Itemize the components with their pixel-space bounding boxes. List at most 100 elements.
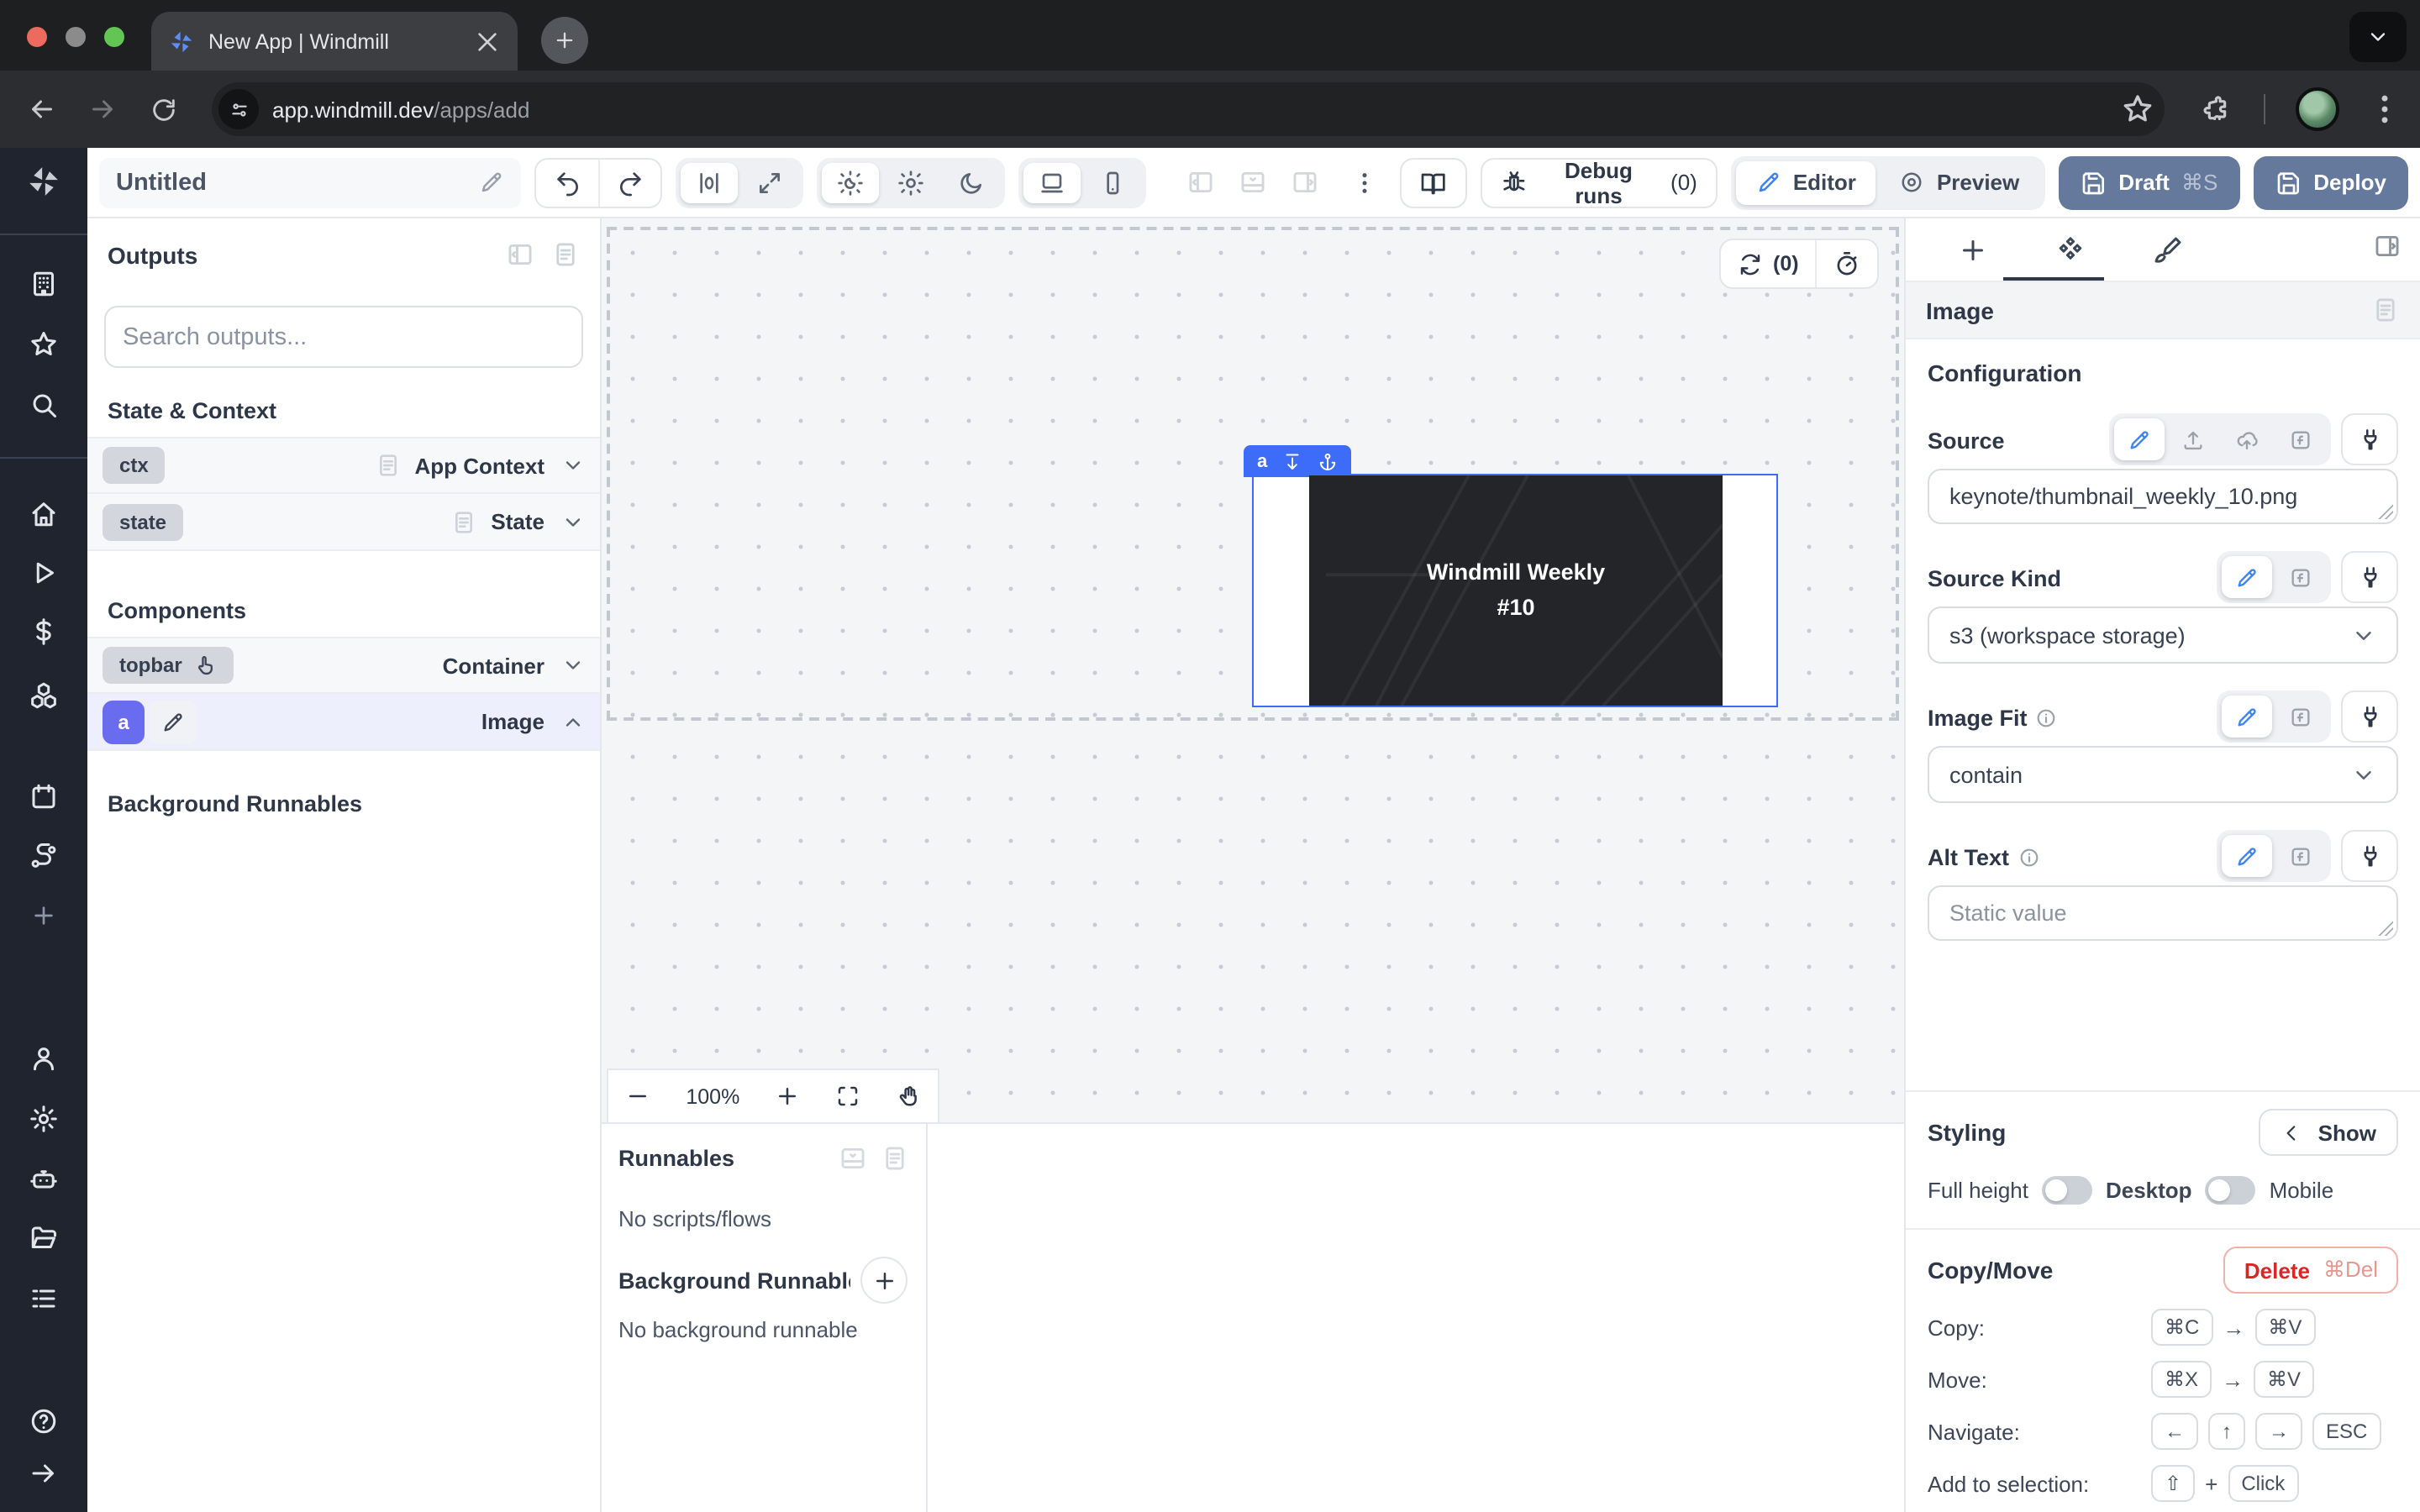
forward-button[interactable] xyxy=(77,84,128,134)
profile-avatar[interactable] xyxy=(2296,87,2339,131)
theme-auto-button[interactable] xyxy=(822,162,879,202)
chevron-down-icon[interactable] xyxy=(561,654,585,677)
address-bar[interactable]: app.windmill.dev/apps/add xyxy=(212,82,2165,136)
redo-button[interactable] xyxy=(598,159,660,206)
edit-id-button[interactable] xyxy=(150,700,197,743)
chevron-down-icon[interactable] xyxy=(561,510,585,533)
draft-button[interactable]: Draft ⌘S xyxy=(2058,155,2239,209)
a-badge[interactable]: a xyxy=(103,700,145,743)
image-fit-static-button[interactable] xyxy=(2222,696,2272,738)
rename-icon[interactable] xyxy=(480,170,505,195)
sidebar-item-logs[interactable] xyxy=(29,1284,59,1314)
sidebar-item-runs[interactable] xyxy=(29,558,59,588)
collapse-inspector-icon[interactable] xyxy=(2373,231,2402,268)
sidebar-item-users[interactable] xyxy=(29,1043,59,1074)
outputs-search[interactable] xyxy=(104,306,583,368)
sidebar-item-workspace[interactable] xyxy=(29,269,59,299)
minimize-window-button[interactable] xyxy=(66,27,86,47)
component-row-a-selected[interactable]: a Image xyxy=(87,694,600,751)
close-window-button[interactable] xyxy=(27,27,47,47)
component-doc-icon[interactable] xyxy=(2371,296,2400,324)
toggle-right-panel-icon[interactable] xyxy=(1291,168,1319,197)
add-background-runnable-button[interactable] xyxy=(860,1257,908,1304)
topbar-badge[interactable]: topbar xyxy=(103,647,234,684)
sidebar-item-help[interactable] xyxy=(29,1406,59,1436)
sidebar-item-schedules[interactable] xyxy=(29,781,59,811)
sidebar-item-triggers[interactable] xyxy=(29,842,59,872)
alt-text-connect-button[interactable] xyxy=(2341,830,2398,882)
resize-handle[interactable] xyxy=(2378,921,2393,936)
anchor-icon[interactable] xyxy=(1318,451,1338,471)
info-icon[interactable] xyxy=(2036,707,2058,729)
collapse-runnables-icon[interactable] xyxy=(839,1144,867,1173)
alt-text-static-button[interactable] xyxy=(2222,835,2272,877)
mobile-view-button[interactable] xyxy=(1084,162,1141,202)
pan-tool-button[interactable] xyxy=(895,1084,920,1109)
extensions-icon[interactable] xyxy=(2198,93,2230,125)
ctx-badge[interactable]: ctx xyxy=(103,447,166,484)
fit-view-button[interactable] xyxy=(835,1084,860,1109)
tab-search-button[interactable] xyxy=(2349,12,2407,62)
deploy-button[interactable]: Deploy xyxy=(2253,155,2408,209)
mobile-desktop-toggle[interactable] xyxy=(2206,1176,2256,1205)
chrome-menu-icon[interactable] xyxy=(2366,91,2403,128)
windmill-logo[interactable] xyxy=(25,163,62,200)
docs-button[interactable] xyxy=(1399,157,1466,207)
show-styling-button[interactable]: Show xyxy=(2260,1109,2398,1156)
search-input[interactable] xyxy=(123,323,565,350)
info-icon[interactable] xyxy=(2018,847,2039,869)
source-upload-button[interactable] xyxy=(2168,418,2218,460)
image-fit-eval-button[interactable] xyxy=(2275,696,2326,738)
source-kind-select[interactable]: s3 (workspace storage) xyxy=(1928,606,2398,664)
reload-button[interactable] xyxy=(138,84,188,134)
editor-tab[interactable]: Editor xyxy=(1736,160,1876,204)
zoom-in-button[interactable] xyxy=(775,1084,800,1109)
expand-down-icon[interactable] xyxy=(1282,451,1302,471)
theme-dark-button[interactable] xyxy=(943,162,1000,202)
chevron-down-icon[interactable] xyxy=(561,454,585,477)
image-fit-select[interactable]: contain xyxy=(1928,746,2398,803)
selection-handle[interactable]: a xyxy=(1244,445,1351,477)
output-row-ctx[interactable]: ctx App Context xyxy=(87,437,600,494)
zoom-window-button[interactable] xyxy=(104,27,124,47)
source-input[interactable] xyxy=(1928,469,2398,524)
zoom-out-button[interactable] xyxy=(626,1084,651,1109)
toggle-bottom-panel-icon[interactable] xyxy=(1239,168,1267,197)
source-connect-button[interactable] xyxy=(2341,413,2398,465)
source-kind-eval-button[interactable] xyxy=(2275,556,2326,598)
center-layout-button[interactable] xyxy=(681,162,738,202)
app-name-field[interactable]: Untitled xyxy=(99,157,522,207)
outputs-doc-icon[interactable] xyxy=(551,240,580,269)
back-button[interactable] xyxy=(17,84,67,134)
source-kind-static-button[interactable] xyxy=(2222,556,2272,598)
output-row-state[interactable]: state State xyxy=(87,494,600,551)
source-static-button[interactable] xyxy=(2114,418,2165,460)
site-info-icon[interactable] xyxy=(218,89,259,129)
toolbar-menu-button[interactable] xyxy=(1343,157,1386,207)
chevron-up-icon[interactable] xyxy=(561,710,585,733)
component-row-topbar[interactable]: topbar Container xyxy=(87,637,600,694)
alt-text-input[interactable] xyxy=(1928,885,2398,941)
styling-tab[interactable] xyxy=(2119,234,2217,265)
delete-component-button[interactable]: Delete ⌘Del xyxy=(2224,1247,2398,1294)
desktop-view-button[interactable] xyxy=(1023,162,1081,202)
undo-button[interactable] xyxy=(537,159,598,206)
sidebar-item-variables[interactable] xyxy=(29,617,59,647)
source-kind-connect-button[interactable] xyxy=(2341,551,2398,603)
browser-tab[interactable]: New App | Windmill xyxy=(151,12,518,71)
new-tab-button[interactable] xyxy=(541,17,588,64)
sidebar-item-home[interactable] xyxy=(29,499,59,529)
app-canvas[interactable]: (0) a Windmill Weekly #10 xyxy=(602,218,1904,1122)
bookmark-icon[interactable] xyxy=(2121,92,2154,126)
source-s3-upload-button[interactable] xyxy=(2222,418,2272,460)
full-height-toggle[interactable] xyxy=(2042,1176,2092,1205)
alt-text-eval-button[interactable] xyxy=(2275,835,2326,877)
sidebar-item-add[interactable] xyxy=(30,902,57,929)
sidebar-item-resources[interactable] xyxy=(29,680,59,711)
sidebar-collapse-icon[interactable] xyxy=(29,1458,59,1488)
preview-tab[interactable]: Preview xyxy=(1880,160,2039,204)
sidebar-item-folders[interactable] xyxy=(29,1223,59,1253)
image-fit-connect-button[interactable] xyxy=(2341,690,2398,743)
theme-light-button[interactable] xyxy=(882,162,939,202)
sidebar-item-search[interactable] xyxy=(29,390,59,420)
